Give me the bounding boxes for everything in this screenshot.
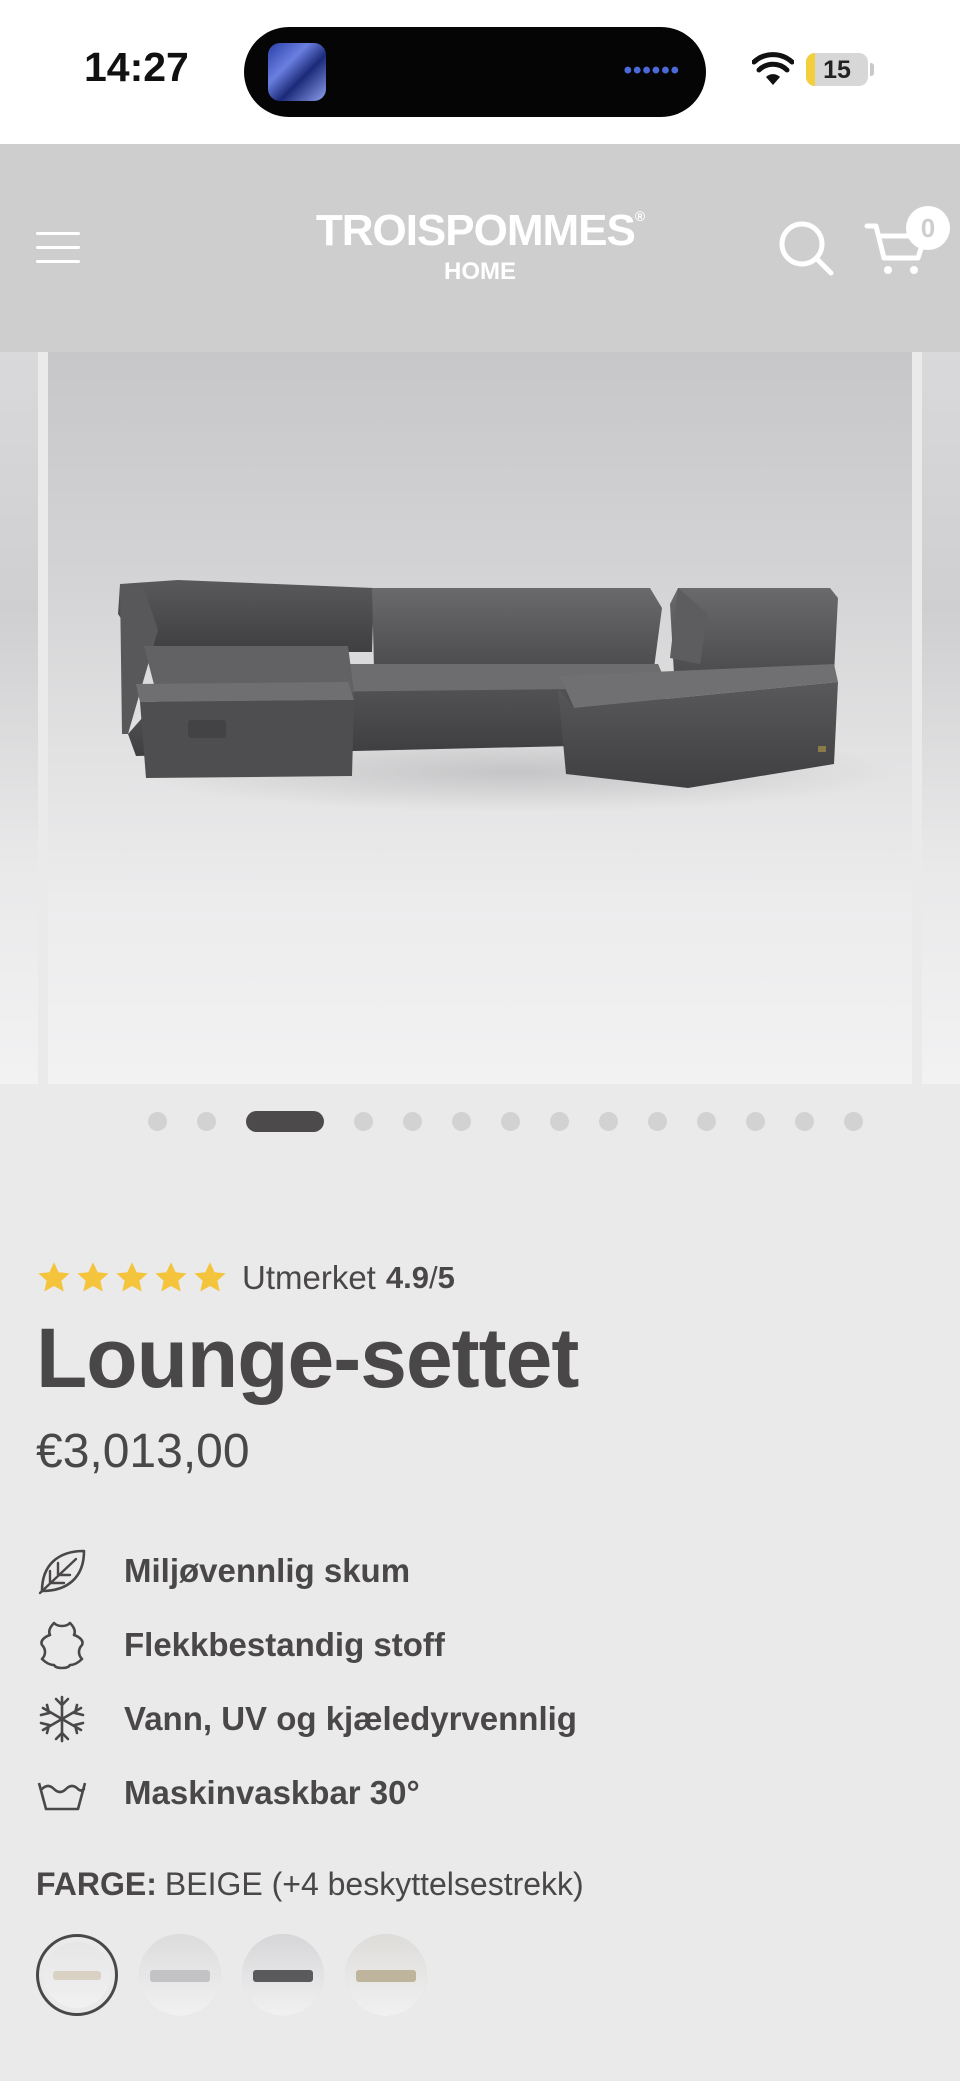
pagination-dot[interactable]: [197, 1112, 216, 1131]
site-header: TROISPOMMES® HOME 0: [0, 144, 960, 352]
brand-logo[interactable]: TROISPOMMES® HOME: [300, 206, 660, 286]
star-icon: [77, 1262, 109, 1292]
rating-max: 5: [437, 1260, 455, 1295]
pagination-dot[interactable]: [844, 1112, 863, 1131]
swatch-sofa: [253, 1970, 313, 1982]
color-swatch-light-grey[interactable]: [139, 1934, 221, 2016]
swatch-thumbnail: [44, 1942, 110, 2008]
battery-indicator: 15: [806, 53, 868, 86]
pagination-dot[interactable]: [599, 1112, 618, 1131]
pagination-dot[interactable]: [354, 1112, 373, 1131]
star-icon: [194, 1262, 226, 1292]
pagination-dot[interactable]: [452, 1112, 471, 1131]
battery-nub: [870, 63, 874, 76]
battery-level: 15: [823, 56, 851, 84]
rating-score: 4.9: [385, 1260, 429, 1295]
feature-label: Miljøvennlig skum: [124, 1552, 411, 1589]
feature-item: Maskinvaskbar 30°: [36, 1756, 916, 1830]
gallery-next-slide[interactable]: [922, 352, 960, 1084]
snowflake-icon: [39, 1695, 85, 1743]
feature-label: Flekkbestandig stoff: [124, 1626, 445, 1663]
dynamic-island[interactable]: ••••••: [244, 27, 706, 117]
swatch-sofa: [150, 1970, 210, 1982]
star-icon: [116, 1262, 148, 1292]
rating-stars: [36, 1260, 228, 1296]
logo-registered-mark: ®: [634, 208, 645, 224]
product-rating[interactable]: Utmerket 4.9 / 5: [36, 1256, 455, 1300]
color-swatch-beige[interactable]: [36, 1934, 118, 2016]
color-key: FARGE:: [36, 1866, 157, 1902]
pagination-dot[interactable]: [795, 1112, 814, 1131]
product-gallery[interactable]: [0, 352, 960, 1084]
swatch-sofa: [53, 1971, 101, 1981]
pagination-dot[interactable]: [648, 1112, 667, 1131]
color-selector-label: FARGE: BEIGE (+4 beskyttelsestrekk): [36, 1866, 584, 1903]
status-time: 14:27: [84, 44, 189, 90]
color-value: BEIGE (+4 beskyttelsestrekk): [164, 1866, 584, 1902]
hamburger-menu-icon[interactable]: [36, 232, 80, 264]
pagination-dot[interactable]: [697, 1112, 716, 1131]
pagination-dot-active[interactable]: [246, 1111, 324, 1132]
island-indicator: ••••••: [623, 57, 680, 84]
pagination-dot[interactable]: [403, 1112, 422, 1131]
sofa-illustration: [118, 580, 898, 812]
live-activity-app-icon: [268, 43, 326, 101]
feature-label: Maskinvaskbar 30°: [124, 1774, 420, 1811]
gallery-previous-slide[interactable]: [0, 352, 38, 1084]
pagination-dot[interactable]: [501, 1112, 520, 1131]
swatch-thumbnail: [345, 1934, 427, 2016]
feature-item: Flekkbestandig stoff: [36, 1608, 916, 1682]
gallery-pagination[interactable]: [0, 1110, 960, 1132]
cart-count-badge: 0: [906, 206, 950, 250]
wash-basin-icon: [37, 1782, 87, 1811]
pagination-dot[interactable]: [746, 1112, 765, 1131]
swatch-sofa: [356, 1970, 416, 1982]
leaf-icon: [38, 1549, 86, 1595]
pagination-dot[interactable]: [148, 1112, 167, 1131]
color-swatch-sand[interactable]: [345, 1934, 427, 2016]
logo-main-text: TROISPOMMES: [315, 206, 636, 255]
swatch-thumbnail: [139, 1934, 221, 2016]
product-price: €3,013,00: [36, 1425, 250, 1478]
status-bar: 14:27 •••••• 15: [0, 0, 960, 144]
star-icon: [38, 1262, 70, 1292]
star-icon: [155, 1262, 187, 1292]
feature-item: Miljøvennlig skum: [36, 1534, 916, 1608]
search-icon[interactable]: [778, 220, 836, 278]
pagination-dot[interactable]: [550, 1112, 569, 1131]
feature-item: Vann, UV og kjæledyrvennlig: [36, 1682, 916, 1756]
color-swatch-dark-grey[interactable]: [242, 1934, 324, 2016]
product-image[interactable]: [48, 352, 912, 1084]
rating-separator: /: [428, 1260, 438, 1295]
feature-list: Miljøvennlig skum Flekkbestandig stoff V…: [36, 1534, 916, 1830]
rating-label: Utmerket: [242, 1259, 376, 1296]
feature-label: Vann, UV og kjæledyrvennlig: [124, 1700, 577, 1737]
swatch-thumbnail: [242, 1934, 324, 2016]
hide-icon: [40, 1621, 84, 1670]
product-title: Lounge-settet: [36, 1311, 579, 1405]
wifi-icon: [752, 52, 794, 85]
logo-sub-text: HOME: [444, 258, 516, 285]
